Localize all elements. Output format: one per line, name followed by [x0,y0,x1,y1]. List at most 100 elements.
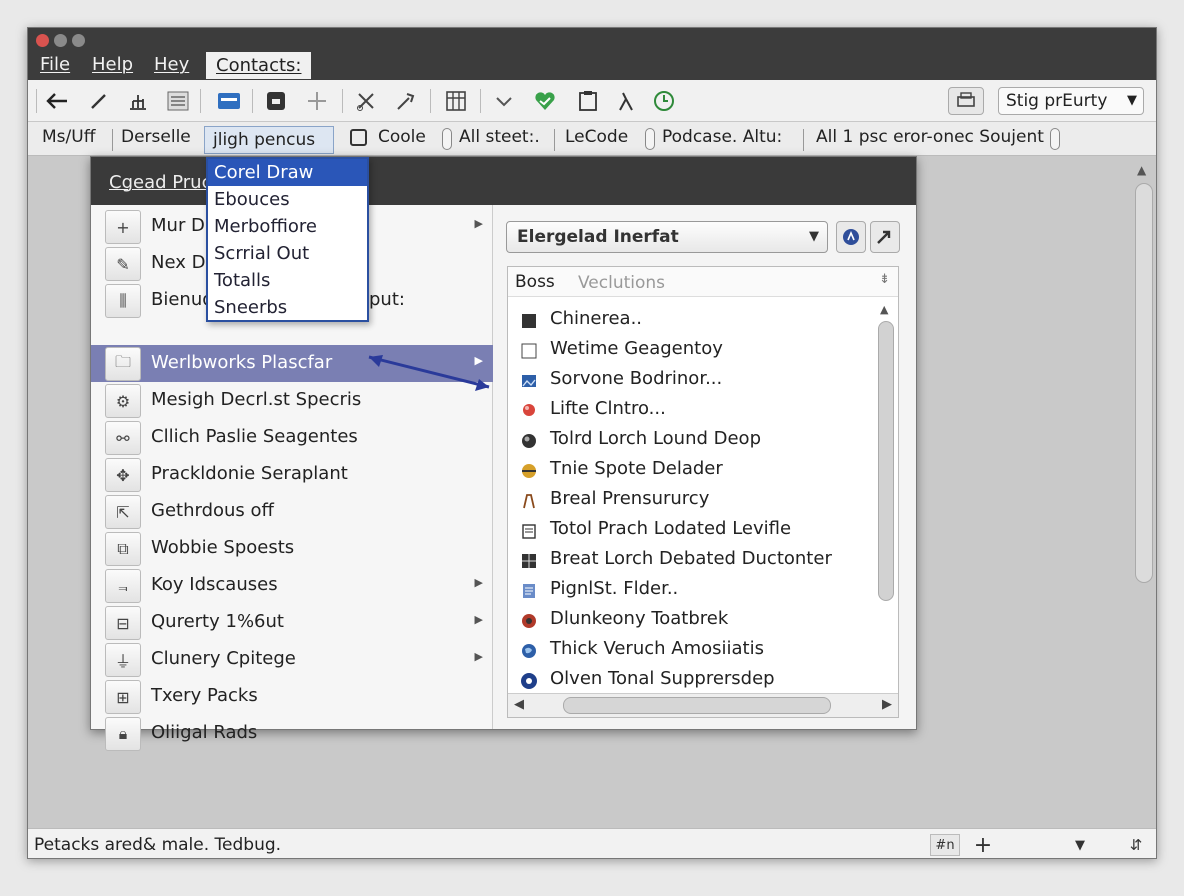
list-horizontal-scrollbar[interactable]: ◀ ▶ [508,693,898,717]
list-item[interactable]: ⊞ Txery Packs [91,678,493,715]
scrollbar-thumb[interactable] [1135,183,1153,583]
chevron-down-icon: ▼ [1127,93,1137,108]
folder-icon: 🗀 [105,347,141,381]
print-button[interactable] [948,87,984,115]
tab-contacts[interactable]: Contacts: [206,52,312,79]
column-options-icon[interactable]: ⇟ [879,272,890,287]
zoom-window-button[interactable] [72,34,85,47]
items-list: Boss Veclutions ⇟ Chinerea.. Wetime Geag… [507,266,899,718]
share-button[interactable] [870,221,900,253]
dropdown-item[interactable]: Merboffiore [208,213,367,240]
dropdown-item[interactable]: Totalls [208,267,367,294]
list-item[interactable]: ✥ Prackldonie Seraplant [91,456,493,493]
toolbar-separator [430,89,431,113]
toolbar-separator [554,129,555,151]
format-item-all-1[interactable]: All 1 psc eror-onec Soujent [816,127,1044,147]
pencil-icon[interactable] [85,87,113,115]
badge-icon [520,612,537,629]
scroll-left-icon[interactable]: ◀ [514,697,524,712]
slider-knob[interactable] [1050,128,1060,150]
info-button[interactable] [836,221,866,253]
equalizer-icon: ⫼ [105,284,141,318]
dialog-title: Cgead Pruc [109,172,212,193]
interface-combo[interactable]: Elergelad Inerfat ▼ [506,221,828,253]
resize-handle-icon[interactable]: ⇵ [1126,834,1146,856]
list-item-label: Bienud [151,289,214,310]
scissors-icon[interactable] [352,87,380,115]
back-arrow-icon[interactable] [43,87,71,115]
menu-file[interactable]: File [40,54,70,80]
wand-icon[interactable] [392,87,420,115]
menu-bar: File Help Hey Contacts: [28,28,1156,80]
list-item[interactable]: 🔒︎ Oliigal Rads [91,715,493,751]
slider-knob[interactable] [645,128,655,150]
style-combo-value: Stig prEurty [1006,91,1108,111]
format-item-coole[interactable]: Coole [378,127,426,147]
globe-icon [520,432,537,449]
list-item-label: Tolrd Lorch Lound Deop [550,428,761,449]
list-vertical-scrollbar[interactable]: ▲ [876,301,896,691]
submenu-arrow-icon: ▶ [474,217,483,230]
menu-help[interactable]: Help [92,54,133,80]
scroll-right-icon[interactable]: ▶ [882,697,892,712]
style-combo[interactable]: Stig prEurty ▼ [998,87,1144,115]
format-item-all-steet[interactable]: All steet:. [459,127,540,147]
status-toggle-label: #n [935,837,955,853]
heart-check-icon[interactable] [531,87,559,115]
dropdown-item[interactable]: Sneerbs [208,294,367,321]
list-item[interactable]: ⫬ Koy Idscauses ▶ [91,567,493,604]
earth-icon [520,642,537,659]
format-item-derselle[interactable]: Derselle [121,127,191,147]
grid-icon[interactable] [442,87,470,115]
list-item-label: Chinerea.. [550,308,643,329]
menu-hey[interactable]: Hey [154,54,189,80]
list-item-label: Gethrdous off [151,500,274,521]
puzzle-icon: ✥ [105,458,141,492]
column-header-veclutions[interactable]: Veclutions [578,273,665,293]
list-item-label: Dlunkeony Toatbrek [550,608,729,629]
layers-icon: ⧉ [105,532,141,566]
scrollbar-thumb[interactable] [878,321,894,601]
list-item[interactable]: ⧉ Wobbie Spoests [91,530,493,567]
list-item-label: Tnie Spote Delader [550,458,723,479]
status-toggle-button[interactable]: #n [930,834,960,856]
document-list-icon[interactable] [164,87,192,115]
list-item[interactable]: ⚯ Cllich Paslie Seagentes [91,419,493,456]
bar-chart-icon[interactable] [124,87,152,115]
scroll-up-icon[interactable]: ▲ [1137,163,1146,177]
list-item-label: Clunery Cpitege [151,648,296,669]
minimize-window-button[interactable] [54,34,67,47]
list-item[interactable]: ⏚ Clunery Cpitege ▶ [91,641,493,678]
chevron-down-icon[interactable]: ▼ [1068,834,1092,856]
font-field[interactable]: jligh pencus [204,126,334,154]
status-text: Petacks ared& male. Tedbug. [34,835,282,855]
format-item-msuff[interactable]: Ms/Uff [42,127,95,147]
clock-icon[interactable] [650,87,678,115]
lambda-icon[interactable] [612,87,640,115]
list-header: Boss Veclutions ⇟ [508,267,898,297]
scroll-up-icon[interactable]: ▲ [880,303,888,316]
dropdown-item[interactable]: Scrrial Out [208,240,367,267]
add-icon[interactable]: + [968,833,998,858]
slider-knob[interactable] [442,128,452,150]
clipboard-icon[interactable] [574,87,602,115]
arch-icon [520,492,537,509]
chevron-down-icon[interactable] [490,87,518,115]
toolbar-separator [200,89,201,113]
list-item[interactable]: ⊟ Qurerty 1%6ut ▶ [91,604,493,641]
list-item-label: Lifte Clntro... [550,398,666,419]
plus-icon[interactable] [303,87,331,115]
close-window-button[interactable] [36,34,49,47]
window-blue-icon[interactable] [215,87,243,115]
scrollbar-thumb[interactable] [563,697,831,714]
dropdown-item[interactable]: Ebouces [208,186,367,213]
dropdown-item[interactable]: Corel Draw [208,159,367,186]
list-item-label: Sorvone Bodrinor... [550,368,723,389]
save-icon[interactable] [262,87,290,115]
main-vertical-scrollbar[interactable]: ▲ [1132,158,1156,828]
format-item-lecode[interactable]: LeCode [565,127,628,147]
coole-checkbox[interactable] [350,129,367,146]
column-header-boss[interactable]: Boss [515,272,555,292]
format-item-podcase[interactable]: Podcase. Altu: [662,127,782,147]
list-item[interactable]: ⇱ Gethrdous off [91,493,493,530]
